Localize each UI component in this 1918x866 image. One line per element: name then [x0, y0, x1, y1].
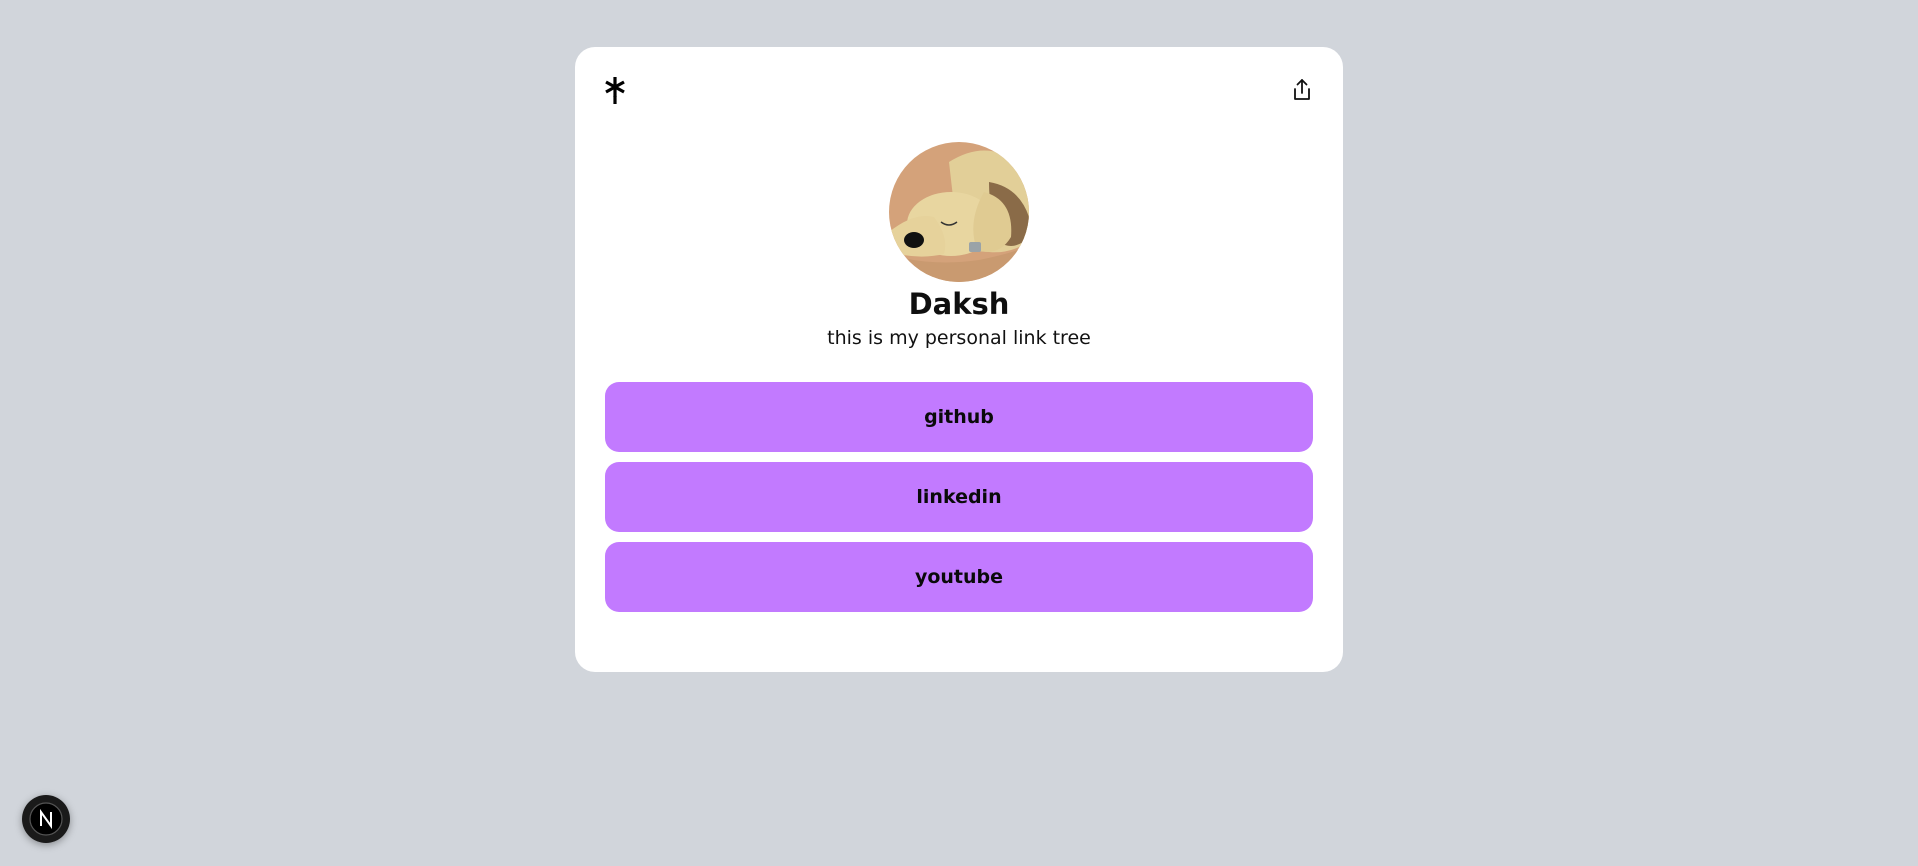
nextjs-dev-badge[interactable] — [22, 795, 70, 843]
youtube-link-button[interactable]: youtube — [605, 542, 1313, 612]
linktree-logo-icon[interactable] — [603, 75, 627, 105]
profile-card: Daksh this is my personal link tree gith… — [575, 47, 1343, 672]
profile-name: Daksh — [908, 287, 1010, 321]
nextjs-n-icon — [29, 802, 63, 836]
avatar — [889, 142, 1029, 282]
link-list: github linkedin youtube — [605, 382, 1313, 622]
share-icon[interactable] — [1289, 77, 1315, 103]
linkedin-link-button[interactable]: linkedin — [605, 462, 1313, 532]
profile-bio: this is my personal link tree — [827, 327, 1091, 349]
github-link-button[interactable]: github — [605, 382, 1313, 452]
